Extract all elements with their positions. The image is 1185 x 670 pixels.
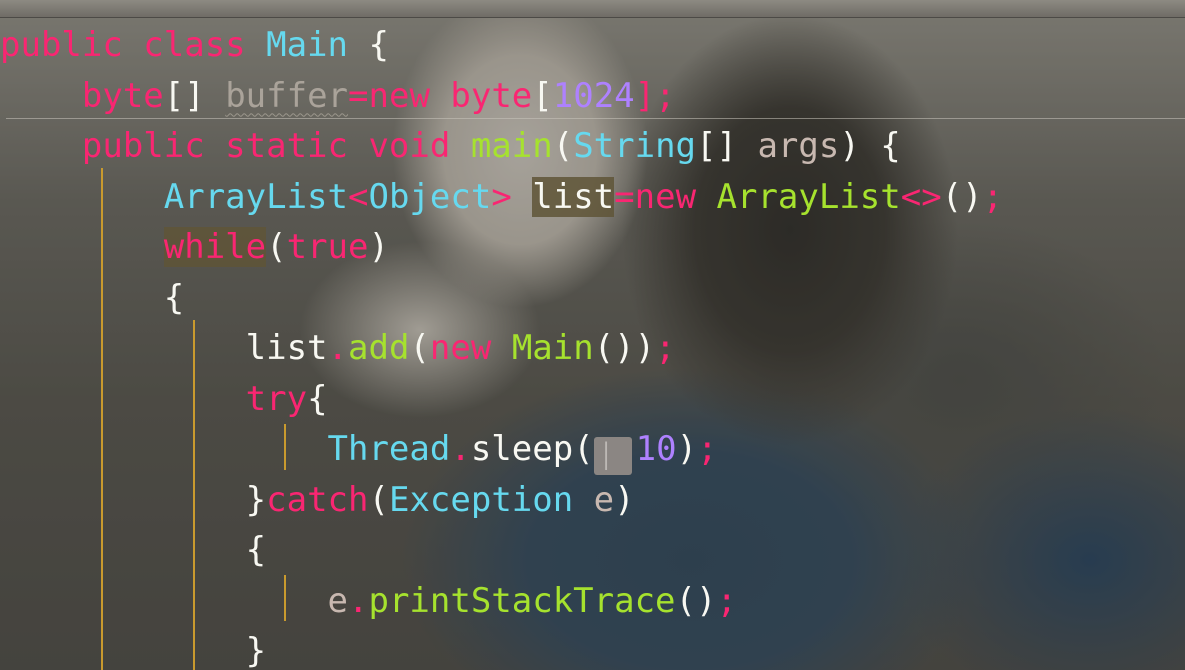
code-token: String xyxy=(573,126,697,166)
code-token: 1024 xyxy=(552,75,635,116)
code-line[interactable]: while(true) xyxy=(0,222,1003,273)
code-token: ( xyxy=(573,429,594,469)
code-token: < xyxy=(348,176,369,217)
code-token: [] xyxy=(696,126,758,166)
code-token: e xyxy=(327,580,348,621)
parameter-hint: ▏ xyxy=(593,437,632,475)
code-token: <> xyxy=(900,176,942,217)
code-area[interactable]: public class Main { byte[] buffer=new by… xyxy=(0,20,1003,670)
code-token: () xyxy=(675,580,717,621)
code-line[interactable]: e.printStackTrace(); xyxy=(0,576,1003,627)
code-token: public class xyxy=(0,25,267,65)
code-token: { xyxy=(348,25,389,65)
code-token: ; xyxy=(655,328,676,368)
code-line[interactable]: list.add(new Main()); xyxy=(0,323,1003,374)
code-token: > xyxy=(491,176,533,217)
code-token: Thread xyxy=(327,429,451,469)
code-token: ArrayList xyxy=(163,176,348,217)
code-token: new xyxy=(429,328,512,368)
code-token: list xyxy=(532,176,615,217)
code-token: =new xyxy=(348,75,451,116)
code-token: . xyxy=(450,429,471,469)
code-token: [] xyxy=(163,75,226,116)
code-token: { xyxy=(245,530,267,570)
editor-tab-strip xyxy=(0,0,1185,18)
code-token: ; xyxy=(716,580,737,621)
code-token: printStackTrace xyxy=(368,580,676,621)
code-token: Exception xyxy=(388,479,574,520)
code-token: catch xyxy=(266,479,369,520)
code-token: () xyxy=(941,176,983,217)
code-token: buffer xyxy=(225,75,349,116)
code-editor[interactable]: public class Main { byte[] buffer=new by… xyxy=(0,0,1185,670)
code-line[interactable]: try{ xyxy=(0,374,1003,425)
code-token: Object xyxy=(368,176,492,217)
code-token: ( xyxy=(266,227,287,267)
code-token: } xyxy=(245,479,267,520)
code-token: . xyxy=(348,580,369,621)
code-line[interactable]: public static void main(String[] args) { xyxy=(0,121,1003,172)
code-token: sleep xyxy=(470,429,574,469)
code-token: byte xyxy=(81,75,164,116)
code-line[interactable]: byte[] buffer=new byte[1024]; xyxy=(0,71,1003,122)
code-token: [ xyxy=(532,75,553,116)
code-token: public static void xyxy=(81,126,471,166)
code-token: ; xyxy=(697,429,718,469)
code-line[interactable]: } xyxy=(0,626,1003,670)
code-token: . xyxy=(327,328,349,368)
code-token: ( xyxy=(552,126,574,166)
code-token: byte xyxy=(450,75,533,116)
code-token: ; xyxy=(982,176,1004,217)
code-line[interactable]: { xyxy=(0,273,1003,324)
code-token: { xyxy=(163,277,185,318)
code-token: while xyxy=(163,227,267,267)
code-token: ( xyxy=(409,328,430,368)
code-token: true xyxy=(286,227,369,267)
code-token: list xyxy=(245,328,328,368)
code-line[interactable]: { xyxy=(0,525,1003,576)
code-line[interactable]: }catch(Exception e) xyxy=(0,475,1003,526)
code-token: { xyxy=(307,378,328,419)
code-token: e xyxy=(573,479,615,520)
code-token: ()) xyxy=(593,328,656,368)
code-token: ]; xyxy=(634,75,676,116)
code-token: 10 xyxy=(635,429,677,469)
code-token: =new xyxy=(614,176,717,217)
code-token: try xyxy=(245,378,308,419)
code-token: args xyxy=(757,126,840,166)
code-token: ) xyxy=(614,479,635,520)
code-token: ArrayList xyxy=(716,176,901,217)
code-token: main xyxy=(470,126,553,166)
code-token: ( xyxy=(368,479,389,520)
code-token: add xyxy=(348,328,410,368)
code-line[interactable]: ArrayList<Object> list=new ArrayList<>()… xyxy=(0,172,1003,223)
code-token: Main xyxy=(511,328,594,368)
code-line[interactable]: Thread.sleep(▏ 10); xyxy=(0,424,1003,475)
code-token: } xyxy=(245,631,267,670)
code-token: ) xyxy=(676,429,698,469)
code-line[interactable]: public class Main { xyxy=(0,20,1003,71)
code-token: Main xyxy=(266,25,348,65)
code-token: ) { xyxy=(839,126,901,166)
code-token: ) xyxy=(368,227,389,267)
